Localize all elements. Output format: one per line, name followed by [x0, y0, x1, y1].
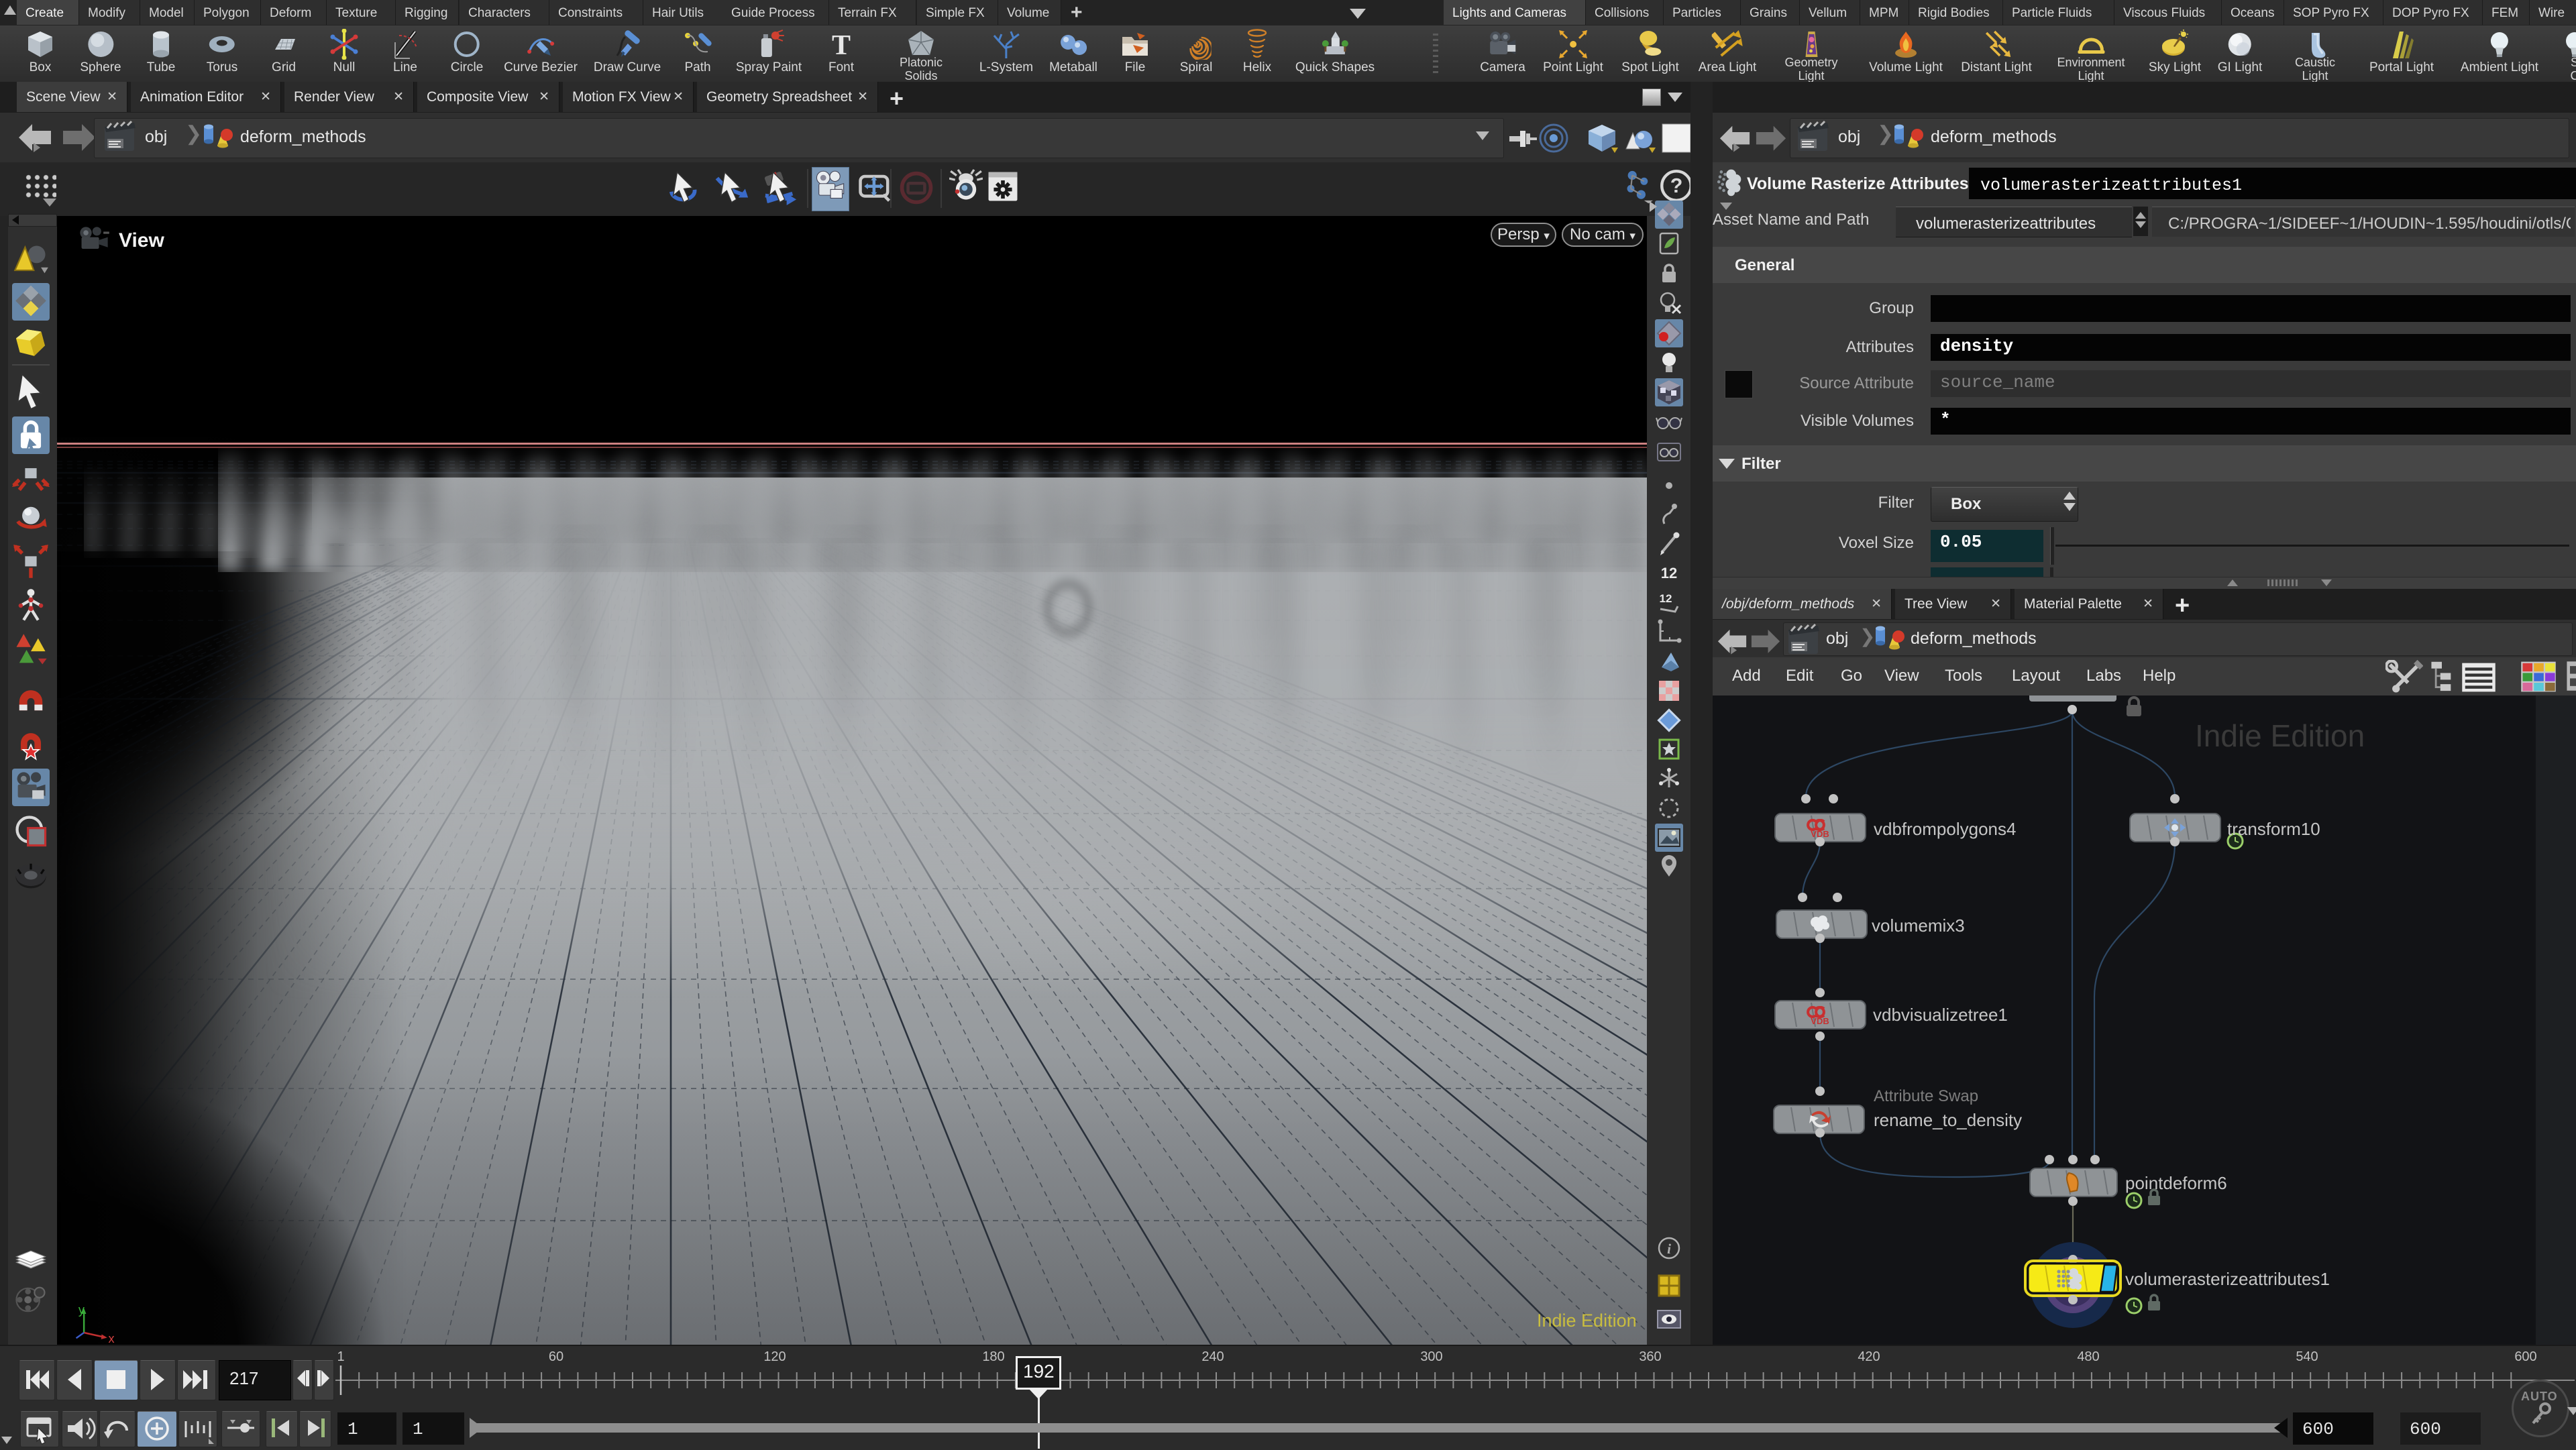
svg-text:?: ?: [1670, 174, 1683, 197]
svg-text:T: T: [832, 30, 851, 60]
svg-text:y: y: [78, 1304, 85, 1317]
svg-text:12: 12: [1661, 565, 1677, 581]
svg-text:12: 12: [1660, 592, 1672, 605]
svg-text:i: i: [1667, 1241, 1671, 1257]
svg-text:VDB: VDB: [1811, 1016, 1829, 1026]
svg-text:x: x: [108, 1332, 114, 1343]
